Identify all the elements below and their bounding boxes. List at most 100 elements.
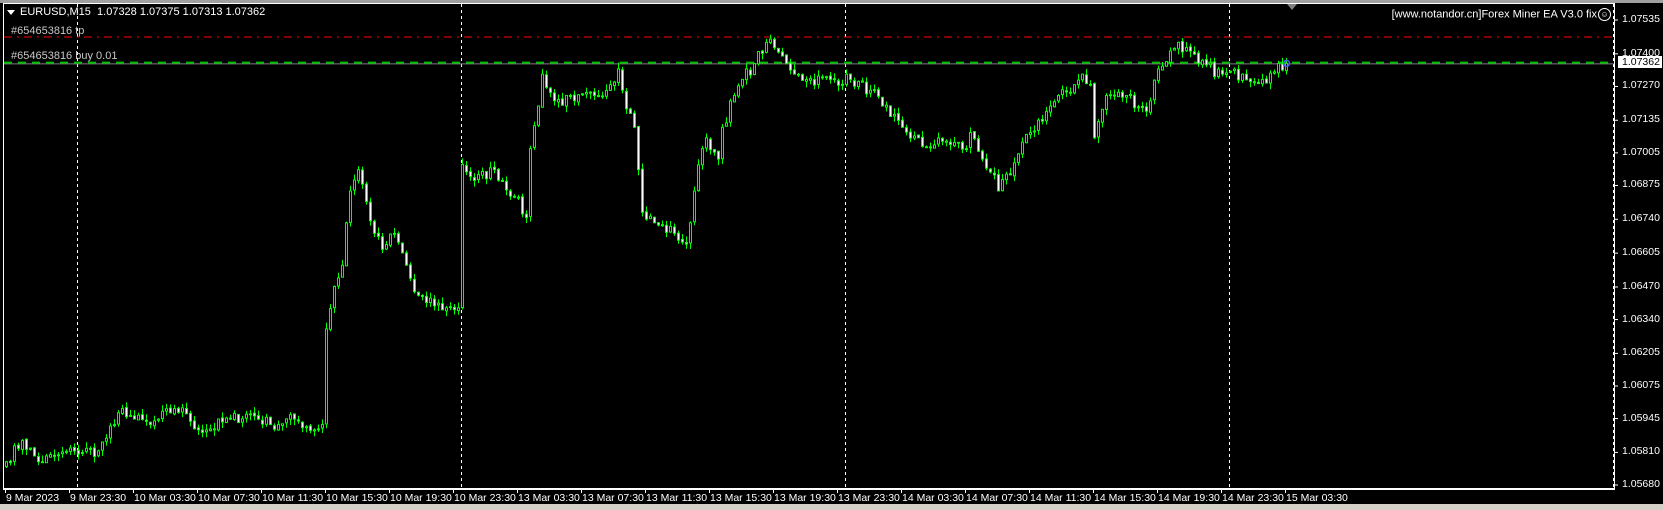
chart-shift-marker-icon[interactable] [1287,4,1297,10]
candle [453,303,456,315]
candle [233,410,236,421]
candle-body [261,419,264,425]
candle-body [589,91,592,94]
candle [837,78,840,92]
candle-body [17,444,20,449]
candle [61,446,64,458]
candle-body [1269,72,1272,84]
candle [281,423,284,431]
candle [1209,58,1212,68]
candle-body [1245,73,1248,81]
smiley-icon[interactable]: ☺ [1598,8,1611,21]
candle [653,216,656,224]
candle-body [445,307,448,312]
candle-body [1085,74,1088,85]
candle-body [449,306,452,309]
candle-body [225,417,228,424]
candle [869,84,872,98]
candle-body [849,73,852,80]
candle [705,133,708,152]
candle [901,116,904,128]
candle [949,138,952,151]
candle [1113,89,1116,100]
candle [1093,82,1096,140]
candle-body [1005,173,1008,181]
candle-body [345,222,348,267]
candle [921,131,924,148]
candle [1137,104,1140,112]
candle [1205,54,1208,68]
candle [665,220,668,238]
price-chart[interactable] [0,0,1663,510]
candle-body [1177,41,1180,50]
time-tick-label: 14 Mar 15:30 [1094,492,1156,504]
candle-body [169,407,172,414]
candle-body [933,144,936,149]
candle [1121,90,1124,102]
candle [1149,97,1152,115]
candle [1277,60,1280,78]
candle [1057,94,1060,104]
candle [769,34,772,45]
candle [589,91,592,100]
dropdown-triangle-icon[interactable] [7,9,15,15]
candle [385,240,388,251]
candle [113,419,116,428]
candle [517,194,520,201]
candle [1085,68,1088,85]
chart-window[interactable]: EURUSD,M15 1.07328 1.07375 1.07313 1.073… [0,0,1663,510]
candle-body [565,94,568,107]
candle-body [1149,100,1152,113]
candle [857,80,860,90]
time-tick-label: 15 Mar 03:30 [1286,492,1348,504]
candle-body [93,447,96,457]
candle [645,206,648,221]
candle [533,121,536,150]
candle [353,174,356,196]
candle-body [29,447,32,450]
candle [557,94,560,108]
candle [909,128,912,143]
candle [793,63,796,75]
candle [629,107,632,114]
candle [605,84,608,100]
candle-body [797,73,800,76]
candle-body [425,295,428,304]
candle [121,404,124,415]
candle [13,443,16,466]
candle-body [585,91,588,95]
candle-body [557,99,560,103]
candle-body [757,51,760,65]
candle-body [101,441,104,451]
candle-body [657,222,660,226]
candle-body [769,38,772,44]
price-tick-label: 1.06740 [1622,212,1660,225]
candle-body [1229,70,1232,73]
candle [413,273,416,294]
candle [477,170,480,184]
candle-body [873,89,876,92]
candle-body [1189,46,1192,52]
candle-body [809,78,812,81]
candle-body [1057,94,1060,102]
candle-body [1129,93,1132,96]
candle-body [677,232,680,241]
candle-body [481,170,484,176]
candle [829,71,832,84]
candle-body [217,418,220,431]
candle [409,262,412,282]
candle-body [1201,59,1204,66]
candle [493,161,496,174]
candle [1065,86,1068,98]
candle-body [113,424,116,427]
candle [1257,78,1260,85]
candle [349,185,352,227]
candle-body [745,68,748,81]
candle [285,418,288,428]
candle [521,193,524,218]
candle [473,173,476,187]
candle-body [413,278,416,293]
candle-body [753,63,756,76]
candle-body [1013,162,1016,177]
candle-body [205,429,208,433]
